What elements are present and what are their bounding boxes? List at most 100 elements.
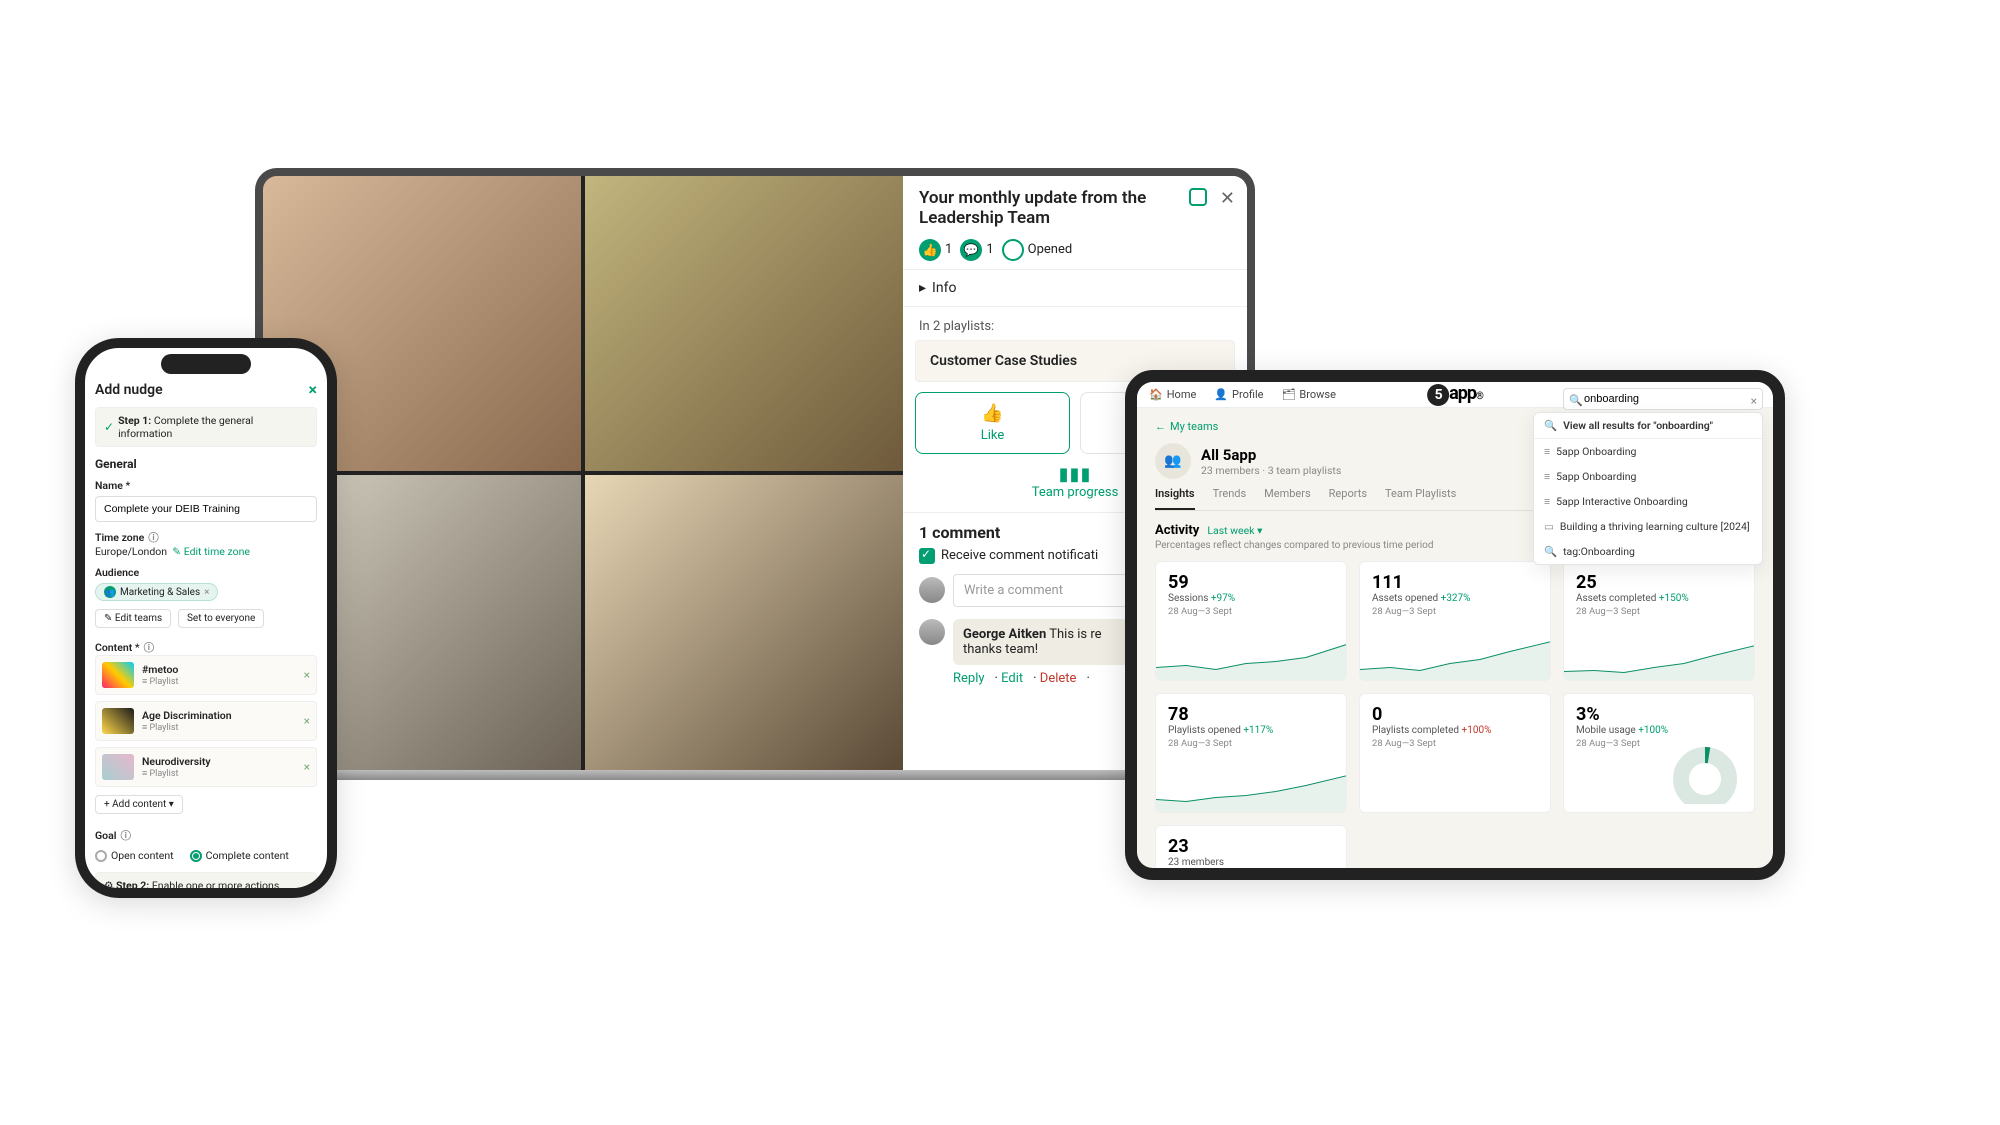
arrow-left-icon: ← (1155, 420, 1166, 433)
book-icon: ▭ (1544, 520, 1554, 533)
edit-timezone-link[interactable]: Edit time zone (184, 545, 250, 558)
nav-profile[interactable]: 👤Profile (1214, 388, 1263, 401)
sparkline (1360, 638, 1551, 680)
donut-chart (1670, 744, 1740, 804)
checkbox-icon (919, 548, 935, 564)
name-label: Name * (95, 479, 317, 492)
content-item[interactable]: Age Discrimination≡ Playlist × (95, 701, 317, 741)
search-result[interactable]: ≡5app Onboarding (1534, 464, 1762, 489)
stat-card-playlists-completed[interactable]: 0 Playlists completed +100% 28 Aug—3 Sep… (1359, 693, 1551, 813)
edit-teams-button[interactable]: ✎ Edit teams (95, 609, 171, 628)
tab-team-playlists[interactable]: Team Playlists (1385, 487, 1456, 510)
stat-card-sessions[interactable]: 59 Sessions +97% 28 Aug—3 Sept (1155, 561, 1347, 681)
delete-link[interactable]: Delete (1040, 671, 1077, 686)
goal-open-radio[interactable]: Open content (95, 849, 174, 862)
gear-icon: ⚙ (104, 879, 113, 888)
modal-title: Add nudge (95, 382, 163, 398)
comment-icon: 💬 (960, 239, 982, 261)
phone-frame: Add nudge × ✓ Step 1: Step 1: Complete t… (75, 338, 337, 898)
reply-link[interactable]: Reply (953, 671, 985, 686)
top-nav: 🏠Home 👤Profile 🗂Browse 5app® 🔍 × (1137, 382, 1773, 408)
close-icon[interactable]: × (309, 380, 318, 399)
clear-icon[interactable]: × (1751, 394, 1757, 408)
add-content-button[interactable]: + Add content ▾ (95, 795, 183, 814)
nav-browse[interactable]: 🗂Browse (1281, 388, 1336, 401)
search-result[interactable]: 🔍View all results for "onboarding" (1534, 413, 1762, 439)
info-toggle[interactable]: ▸ Info (903, 270, 1247, 307)
activity-title: Activity (1155, 523, 1199, 538)
edit-link[interactable]: Edit (1001, 671, 1023, 686)
video-tile (585, 475, 903, 770)
search-result[interactable]: ▭Building a thriving learning culture [2… (1534, 514, 1762, 539)
audience-label: Audience (95, 566, 317, 579)
info-icon: ⓘ (148, 530, 159, 545)
video-tile (585, 176, 903, 471)
search-input[interactable] (1563, 388, 1763, 410)
remove-icon[interactable]: × (304, 668, 310, 682)
team-sub: 23 members · 3 team playlists (1201, 464, 1341, 477)
search-result[interactable]: ≡5app Interactive Onboarding (1534, 489, 1762, 514)
team-avatar: 👥 (1155, 443, 1191, 479)
present-icon[interactable] (1189, 188, 1207, 206)
tab-insights[interactable]: Insights (1155, 487, 1195, 510)
search-result[interactable]: 🔍tag:Onboarding (1534, 539, 1762, 564)
remove-icon[interactable]: × (304, 760, 310, 774)
remove-icon[interactable]: × (204, 587, 209, 598)
content-label: Content * ⓘ (95, 640, 317, 655)
timezone-label: Time zone ⓘ (95, 530, 317, 545)
like-button[interactable]: 👍 Like (915, 392, 1070, 454)
content-item[interactable]: #metoo≡ Playlist × (95, 655, 317, 695)
period-select[interactable]: Last week ▾ (1207, 524, 1262, 537)
thumbs-up-icon: 👍 (981, 403, 1003, 424)
stat-card-members[interactable]: 23 23 members (1155, 825, 1347, 880)
laptop-frame: Your monthly update from the Leadership … (255, 168, 1255, 778)
avatar (919, 619, 945, 645)
nav-home[interactable]: 🏠Home (1149, 388, 1196, 401)
stack-icon: 🗂 (1281, 388, 1295, 401)
goal-label: Goal ⓘ (95, 828, 317, 843)
team-name: All 5app (1201, 446, 1341, 464)
laptop-base (235, 770, 1275, 780)
info-icon: ⓘ (144, 640, 155, 655)
stat-card-playlists-opened[interactable]: 78 Playlists opened +117% 28 Aug—3 Sept (1155, 693, 1347, 813)
logo: 5app® (1427, 383, 1483, 406)
goal-complete-radio[interactable]: Complete content (190, 849, 289, 862)
general-heading: General (95, 457, 317, 471)
tab-members[interactable]: Members (1264, 487, 1311, 510)
sparkline (1156, 770, 1347, 812)
comment-count: 💬 1 (960, 239, 993, 261)
stat-card-assets-opened[interactable]: 111 Assets opened +327% 28 Aug—3 Sept (1359, 561, 1551, 681)
pencil-icon: ✎ (172, 545, 181, 558)
opened-status: Opened (1002, 239, 1073, 261)
panel-title: Your monthly update from the Leadership … (919, 188, 1231, 229)
thumbnail (102, 708, 134, 734)
set-everyone-button[interactable]: Set to everyone (178, 609, 264, 628)
stat-card-mobile-usage[interactable]: 3% Mobile usage +100% 28 Aug—3 Sept (1563, 693, 1755, 813)
step2-row[interactable]: ⚙ Step 2: Enable one or more actions Ste… (95, 872, 317, 888)
playlists-label: In 2 playlists: (903, 307, 1247, 340)
search-icon: 🔍 (1544, 419, 1557, 432)
avatar (919, 577, 945, 603)
check-icon: ✓ (104, 420, 114, 434)
remove-icon[interactable]: × (304, 714, 310, 728)
caret-right-icon: ▸ (919, 280, 926, 296)
circle-icon (1002, 239, 1024, 261)
name-input[interactable] (95, 496, 317, 522)
close-icon[interactable]: ✕ (1220, 188, 1235, 209)
sparkline (1156, 638, 1347, 680)
tag-icon: 🔍 (1544, 545, 1557, 558)
list-icon: ≡ (1544, 495, 1550, 508)
stat-card-assets-completed[interactable]: 25 Assets completed +150% 28 Aug—3 Sept (1563, 561, 1755, 681)
tab-trends[interactable]: Trends (1213, 487, 1247, 510)
audience-chip[interactable]: 👥 Marketing & Sales × (95, 583, 218, 601)
tablet-frame: 🏠Home 👤Profile 🗂Browse 5app® 🔍 × 🔍View a… (1125, 370, 1785, 880)
tab-reports[interactable]: Reports (1329, 487, 1367, 510)
like-count: 👍 1 (919, 239, 952, 261)
content-item[interactable]: Neurodiversity≡ Playlist × (95, 747, 317, 787)
search-result[interactable]: ≡5app Onboarding (1534, 439, 1762, 464)
search-dropdown: 🔍View all results for "onboarding" ≡5app… (1533, 412, 1763, 565)
step1-row[interactable]: ✓ Step 1: Step 1: Complete the general i… (95, 407, 317, 447)
video-grid (263, 176, 903, 770)
search-icon: 🔍 (1569, 394, 1583, 407)
user-icon: 👤 (1214, 388, 1228, 401)
